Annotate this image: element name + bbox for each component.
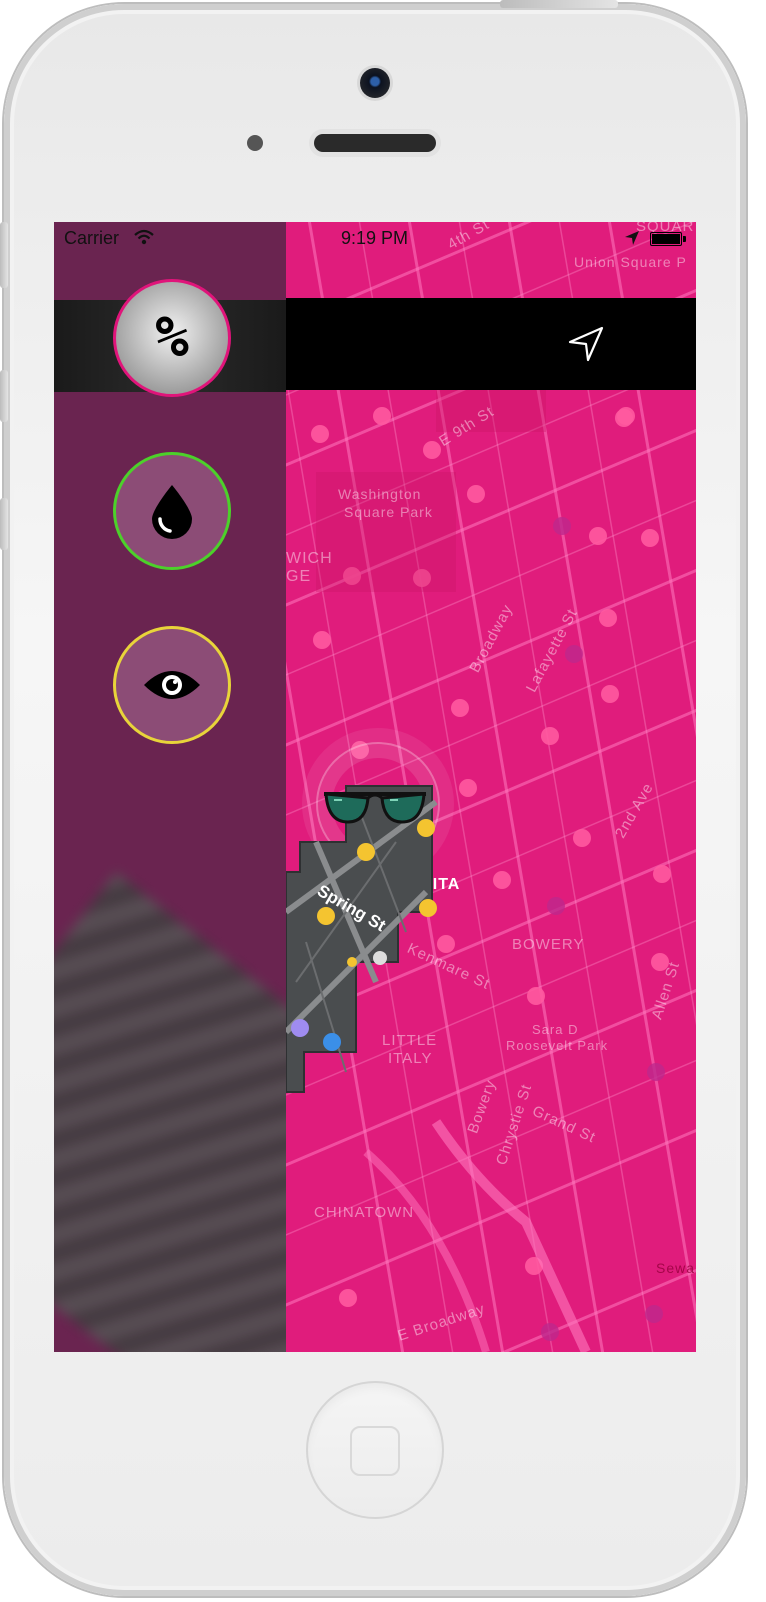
percent-icon: % [155,305,189,370]
front-camera [360,68,390,98]
wifi-icon [134,229,154,245]
status-bar: Carrier 9:19 PM [54,222,696,252]
eye-icon [144,671,200,699]
navigation-arrow-icon[interactable] [566,324,606,364]
blurred-map-background [54,872,286,1352]
map-label-wich: WICH [286,550,333,567]
carrier-label: Carrier [64,228,120,248]
drop-icon [152,485,192,539]
map-label-sara-d: Sara D [532,1022,579,1037]
location-services-icon [625,231,639,245]
sunglasses-icon[interactable] [322,788,428,828]
app-screen: 4th St SQUAR Union Square P E 9th St Was… [54,222,696,1352]
map-label-ge: GE [286,568,312,585]
satellite-reveal-area: Spring St [286,785,438,1093]
home-button-square-icon [350,1426,400,1476]
battery-icon [650,232,686,246]
top-bar [286,298,696,390]
drop-button[interactable] [113,452,231,570]
mute-switch [0,222,8,288]
map-label-roosevelt: Roosevelt Park [506,1038,609,1053]
map-label-washington: Washington [338,486,422,502]
proximity-sensor [247,135,263,151]
power-button [500,0,618,8]
map-label-union-square: Union Square P [574,254,687,270]
map-label-bowery-area: BOWERY [512,936,585,953]
map-label-seward: Seward [656,1260,696,1276]
sidebar: % [54,222,286,1352]
map-label-washington-park: Square Park [344,504,433,520]
earpiece-speaker [314,134,436,152]
volume-down-button [0,498,8,550]
eye-button[interactable] [113,626,231,744]
map-label-chinatown: CHINATOWN [314,1204,415,1221]
percent-button[interactable]: % [113,279,231,397]
status-time: 9:19 PM [341,228,409,248]
volume-up-button [0,370,8,422]
